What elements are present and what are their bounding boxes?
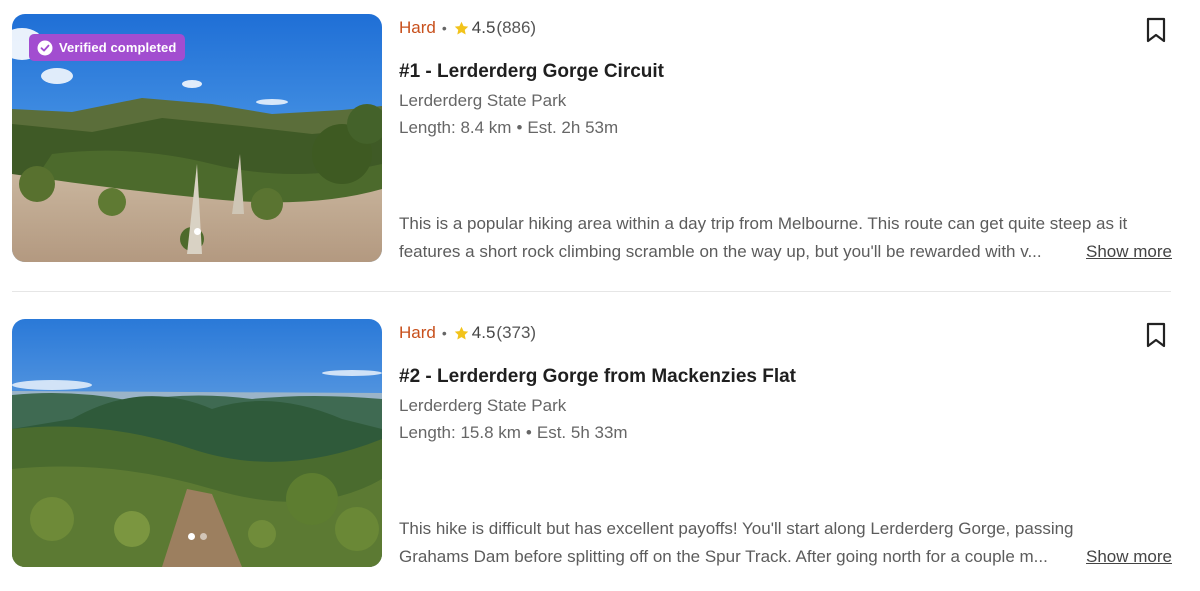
review-count[interactable]: (373) (496, 323, 536, 343)
trail-meta: Hard • 4.5 (886) (399, 18, 536, 38)
trail-photo[interactable] (12, 319, 382, 567)
estimated-time: Est. 5h 33m (536, 423, 628, 442)
trail-title[interactable]: #1 - Lerderderg Gorge Circuit (399, 61, 664, 83)
description-line: features a short rock climbing scramble … (399, 238, 1172, 266)
carousel-dot[interactable] (199, 533, 207, 540)
badge-label: Verified completed (59, 40, 177, 55)
description-text: features a short rock climbing scramble … (399, 242, 1042, 261)
difficulty-label: Hard (399, 323, 436, 342)
verified-completed-badge: Verified completed (29, 34, 186, 61)
carousel-dot[interactable] (193, 228, 201, 235)
bookmark-button[interactable] (1143, 321, 1169, 349)
rating-value: 4.5 (471, 323, 496, 342)
trail-list: Verified completed Hard • 4.5 (886) #1 -… (0, 0, 1200, 591)
card-divider (12, 291, 1171, 292)
trail-info: Hard • 4.5 (373) #2 - Lerderderg Gorge f… (399, 319, 1172, 567)
park-name[interactable]: Lerderderg State Park (399, 396, 566, 416)
star-icon (454, 21, 468, 35)
trail-title[interactable]: #2 - Lerderderg Gorge from Mackenzies Fl… (399, 366, 796, 388)
show-more-link[interactable]: Show more (1086, 238, 1172, 266)
trail-photo[interactable]: Verified completed (12, 14, 382, 262)
trail-card[interactable]: Verified completed Hard • 4.5 (886) #1 -… (12, 14, 1172, 262)
review-count[interactable]: (886) (496, 18, 536, 38)
difficulty-label: Hard (399, 18, 436, 37)
star-icon (454, 326, 468, 340)
photo-carousel-dots (12, 533, 382, 540)
stats-separator: • (525, 423, 532, 442)
estimated-time: Est. 2h 53m (527, 118, 619, 137)
stats-separator: • (516, 118, 523, 137)
rating-value: 4.5 (471, 18, 496, 37)
bookmark-button[interactable] (1143, 16, 1169, 44)
trail-meta: Hard • 4.5 (373) (399, 323, 536, 343)
trail-length: Length: 8.4 km (399, 118, 512, 137)
description-line: This hike is difficult but has excellent… (399, 519, 1074, 538)
check-circle-icon (37, 40, 53, 55)
description-line: This is a popular hiking area within a d… (399, 214, 1128, 233)
trail-stats: Length: 8.4 km • Est. 2h 53m (399, 118, 618, 138)
show-more-link[interactable]: Show more (1086, 543, 1172, 571)
meta-separator: • (441, 325, 447, 341)
meta-separator: • (441, 20, 447, 36)
bookmark-icon (1146, 322, 1166, 348)
carousel-dot[interactable] (187, 533, 195, 540)
description-text: Grahams Dam before splitting off on the … (399, 547, 1048, 566)
trail-photo-image (12, 319, 382, 567)
park-name[interactable]: Lerderderg State Park (399, 91, 566, 111)
trail-info: Hard • 4.5 (886) #1 - Lerderderg Gorge C… (399, 14, 1172, 262)
trail-description: This hike is difficult but has excellent… (399, 515, 1172, 571)
trail-length: Length: 15.8 km (399, 423, 521, 442)
trail-description: This is a popular hiking area within a d… (399, 210, 1172, 266)
trail-card[interactable]: Hard • 4.5 (373) #2 - Lerderderg Gorge f… (12, 319, 1172, 567)
description-line: Grahams Dam before splitting off on the … (399, 543, 1172, 571)
photo-carousel-dots (12, 228, 382, 235)
trail-stats: Length: 15.8 km • Est. 5h 33m (399, 423, 628, 443)
bookmark-icon (1146, 17, 1166, 43)
